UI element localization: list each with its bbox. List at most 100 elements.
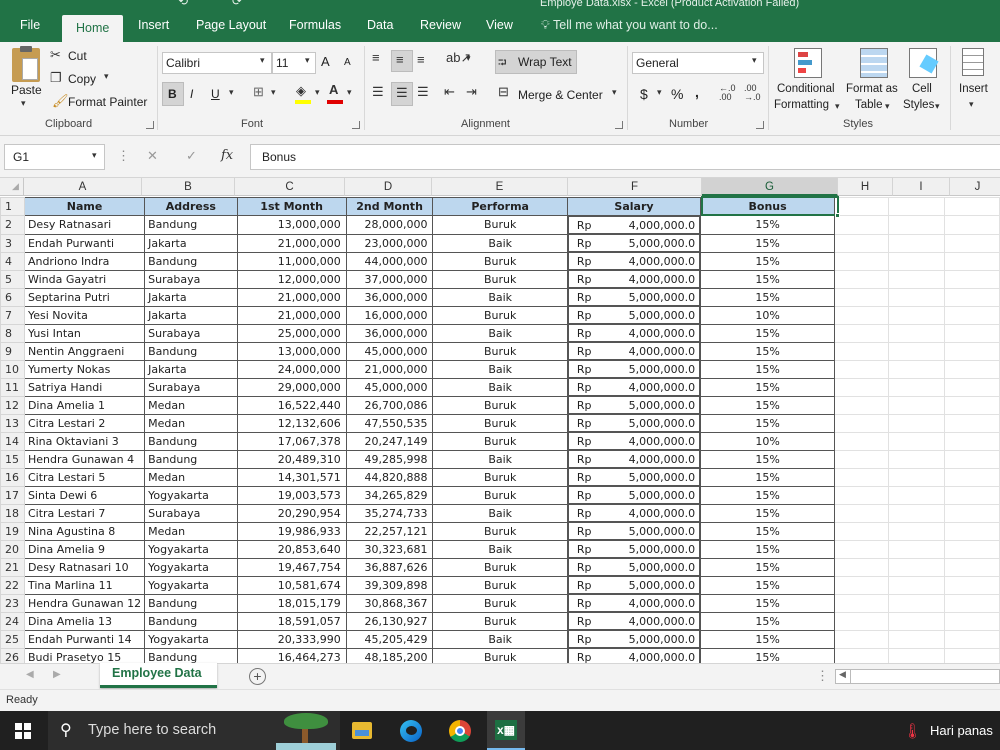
row-header[interactable]: 23 [0, 593, 25, 613]
header-cell-salary[interactable]: Salary [566, 197, 702, 216]
name-cell[interactable]: Endah Purwanti [23, 233, 146, 253]
align-bottom-icon[interactable]: ≡ [417, 52, 425, 67]
row-header[interactable]: 8 [0, 323, 25, 343]
empty-cell[interactable] [888, 269, 945, 289]
tab-page-layout[interactable]: Page Layout [196, 18, 266, 32]
name-cell[interactable]: Winda Gayatri [23, 269, 146, 289]
first-month-cell[interactable]: 24,000,000 [236, 359, 347, 379]
name-box-dropdown-icon[interactable]: ▾ [92, 150, 97, 161]
percent-button[interactable]: % [671, 86, 683, 102]
performa-cell[interactable]: Buruk [432, 485, 568, 505]
column-header-b[interactable]: B [142, 178, 235, 196]
second-month-cell[interactable]: 37,000,000 [345, 269, 434, 289]
performa-cell[interactable]: Baik [432, 539, 568, 559]
name-cell[interactable]: Tina Marlina 11 [23, 575, 146, 595]
address-cell[interactable]: Medan [144, 467, 238, 487]
row-header[interactable]: 3 [0, 233, 25, 253]
second-month-cell[interactable]: 23,000,000 [345, 233, 434, 253]
prev-sheet-icon[interactable]: ◀ [26, 669, 34, 680]
merge-center-button[interactable]: Merge & Center [518, 88, 603, 102]
name-cell[interactable]: Dina Amelia 13 [23, 611, 146, 631]
bonus-cell[interactable]: 15% [700, 377, 836, 397]
first-month-cell[interactable]: 20,290,954 [236, 503, 347, 523]
second-month-cell[interactable]: 21,000,000 [345, 359, 434, 379]
insert-button[interactable]: Insert [959, 83, 988, 95]
empty-cell[interactable] [834, 197, 890, 216]
font-name-dropdown-icon[interactable]: ▾ [260, 55, 265, 66]
empty-cell[interactable] [943, 395, 1000, 415]
empty-cell[interactable] [943, 377, 1000, 397]
address-cell[interactable]: Yogyakarta [144, 539, 238, 559]
empty-cell[interactable] [888, 485, 945, 505]
row-header[interactable]: 26 [0, 647, 25, 663]
address-cell[interactable]: Bandung [144, 647, 238, 663]
bonus-cell[interactable]: 15% [700, 575, 836, 595]
font-color-icon[interactable]: A [329, 82, 338, 97]
empty-cell[interactable] [888, 233, 945, 253]
salary-cell[interactable]: Rp 5,000,000.0 [567, 522, 701, 540]
salary-cell[interactable]: Rp 5,000,000.0 [567, 468, 701, 486]
first-month-cell[interactable]: 29,000,000 [236, 377, 347, 397]
first-month-cell[interactable]: 19,003,573 [236, 485, 347, 505]
performa-cell[interactable]: Buruk [432, 467, 568, 487]
empty-cell[interactable] [943, 611, 1000, 631]
name-cell[interactable]: Citra Lestari 7 [23, 503, 146, 523]
empty-cell[interactable] [834, 323, 890, 343]
address-cell[interactable]: Jakarta [144, 287, 238, 307]
performa-cell[interactable]: Baik [432, 359, 568, 379]
address-cell[interactable]: Surabaya [144, 269, 238, 289]
first-month-cell[interactable]: 12,132,606 [236, 413, 347, 433]
first-month-cell[interactable]: 17,067,378 [236, 431, 347, 451]
performa-cell[interactable]: Buruk [432, 251, 568, 271]
insert-dropdown-icon[interactable]: ▾ [969, 99, 974, 110]
performa-cell[interactable]: Baik [432, 503, 568, 523]
empty-cell[interactable] [943, 431, 1000, 451]
name-cell[interactable]: Rina Oktaviani 3 [23, 431, 146, 451]
address-cell[interactable]: Surabaya [144, 377, 238, 397]
first-month-cell[interactable]: 13,000,000 [236, 215, 347, 235]
empty-cell[interactable] [834, 269, 890, 289]
salary-cell[interactable]: Rp 4,000,000.0 [567, 270, 701, 288]
salary-cell[interactable]: Rp 5,000,000.0 [567, 396, 701, 414]
address-cell[interactable]: Yogyakarta [144, 557, 238, 577]
name-cell[interactable]: Andriono Indra [23, 251, 146, 271]
row-header[interactable]: 5 [0, 269, 25, 289]
row-header[interactable]: 24 [0, 611, 25, 631]
row-header[interactable]: 17 [0, 485, 25, 505]
empty-cell[interactable] [834, 287, 890, 307]
row-header[interactable]: 15 [0, 449, 25, 469]
empty-cell[interactable] [943, 557, 1000, 577]
performa-cell[interactable]: Baik [432, 287, 568, 307]
number-format-combo[interactable]: General ▾ [632, 52, 764, 74]
empty-cell[interactable] [888, 557, 945, 577]
bonus-cell[interactable]: 15% [700, 521, 836, 541]
salary-cell[interactable]: Rp 5,000,000.0 [567, 540, 701, 558]
row-header[interactable]: 16 [0, 467, 25, 487]
empty-cell[interactable] [888, 215, 945, 235]
empty-cell[interactable] [834, 233, 890, 253]
tab-split-icon[interactable]: ⋮ [816, 668, 829, 684]
conditional-dropdown-icon[interactable]: ▾ [835, 101, 840, 112]
cut-button[interactable]: Cut [68, 49, 87, 63]
second-month-cell[interactable]: 36,887,626 [345, 557, 434, 577]
empty-cell[interactable] [943, 575, 1000, 595]
name-cell[interactable]: Yesi Novita [23, 305, 146, 325]
name-cell[interactable]: Desy Ratnasari [23, 215, 146, 235]
header-cell-2nd-month[interactable]: 2nd Month [345, 197, 434, 216]
align-right-icon[interactable]: ☰ [417, 84, 429, 100]
conditional-formatting-button[interactable]: Conditional [777, 83, 835, 95]
format-as-table-button[interactable]: Format as [846, 83, 898, 95]
empty-cell[interactable] [834, 647, 890, 663]
increase-decimal-icon[interactable]: ←.0.00 [719, 84, 736, 102]
borders-dropdown-icon[interactable]: ▾ [271, 87, 276, 98]
header-cell-name[interactable]: Name [23, 197, 146, 216]
salary-cell[interactable]: Rp 5,000,000.0 [567, 630, 701, 648]
number-format-dropdown-icon[interactable]: ▾ [752, 55, 757, 66]
second-month-cell[interactable]: 28,000,000 [345, 215, 434, 235]
empty-cell[interactable] [943, 449, 1000, 469]
name-cell[interactable]: Nina Agustina 8 [23, 521, 146, 541]
header-cell-bonus[interactable]: Bonus [700, 197, 836, 216]
row-header[interactable]: 18 [0, 503, 25, 523]
fill-dropdown-icon[interactable]: ▾ [315, 87, 320, 98]
address-cell[interactable]: Medan [144, 413, 238, 433]
